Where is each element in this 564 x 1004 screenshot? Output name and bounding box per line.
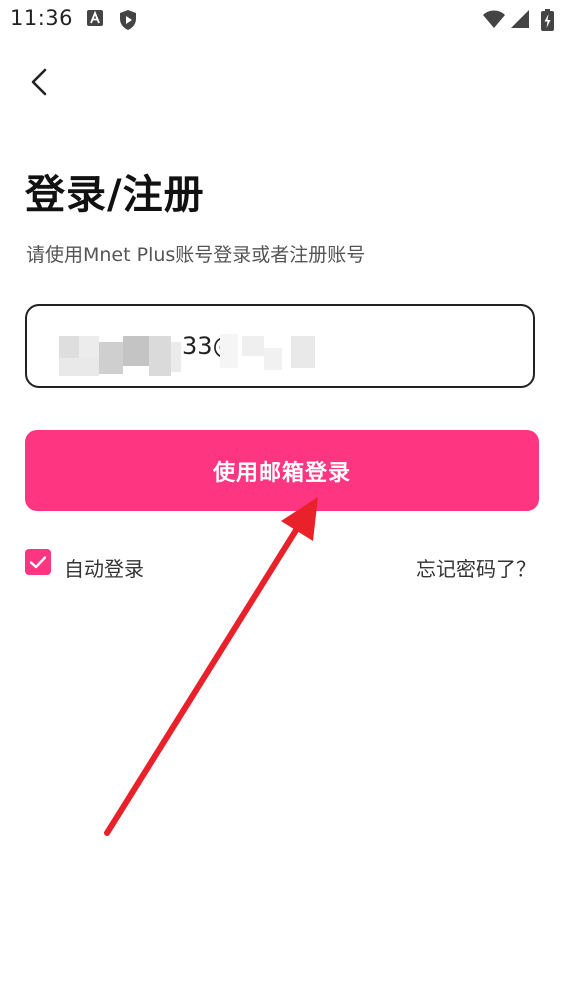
status-bar: 11:36: [0, 0, 564, 38]
redacted-block: [149, 336, 171, 376]
chevron-left-icon: [31, 68, 47, 96]
back-button[interactable]: [20, 62, 60, 102]
redacted-block: [79, 336, 99, 358]
page-subtitle: 请使用Mnet Plus账号登录或者注册账号: [26, 244, 366, 266]
auto-login-checkbox[interactable]: [25, 549, 51, 575]
keyboard-a-icon: [87, 10, 103, 26]
email-input[interactable]: 33@: [25, 304, 535, 388]
redacted-block: [59, 336, 79, 358]
redacted-block: [242, 336, 264, 356]
auto-login-label: 自动登录: [64, 557, 144, 581]
shield-play-icon: [120, 10, 136, 30]
email-login-button[interactable]: 使用邮箱登录: [25, 430, 539, 511]
wifi-icon: [483, 10, 505, 28]
check-icon: [29, 556, 47, 569]
signal-icon: [511, 10, 529, 28]
redacted-block: [291, 336, 315, 368]
page-title: 登录/注册: [25, 172, 205, 218]
redacted-block: [264, 348, 282, 370]
redacted-block: [220, 334, 238, 368]
redacted-block: [171, 342, 181, 372]
battery-icon: [541, 9, 554, 31]
forgot-password-link[interactable]: 忘记密码了？: [416, 553, 536, 582]
redacted-block: [123, 336, 149, 366]
redacted-block: [59, 358, 99, 376]
redacted-block: [99, 342, 123, 374]
status-time: 11:36: [10, 6, 74, 30]
